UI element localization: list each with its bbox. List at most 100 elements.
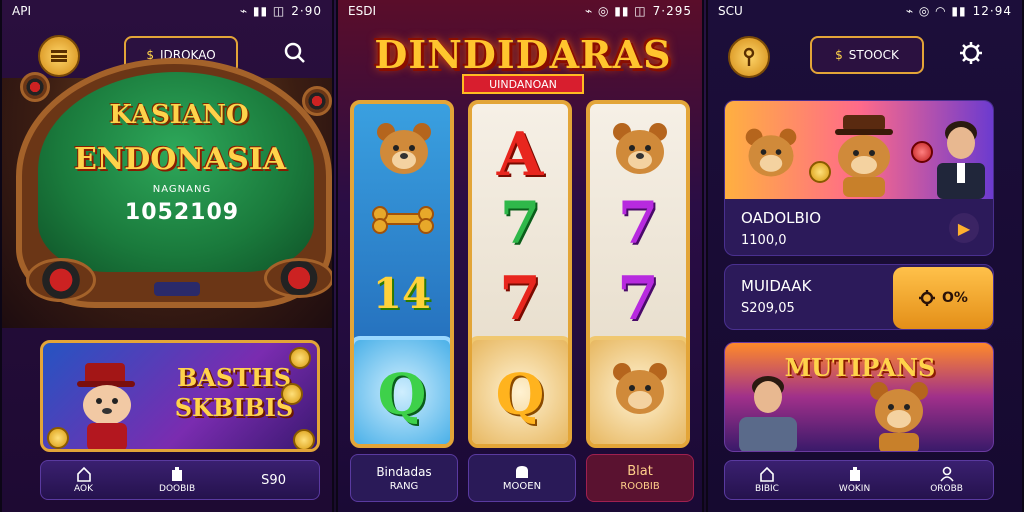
status-left: SCU [718, 4, 743, 18]
status-right: 2·90 [291, 4, 322, 18]
percent-button[interactable]: O% [893, 267, 993, 329]
coin-icon [281, 383, 303, 405]
dog-mascot-icon [77, 363, 135, 449]
reel-symbol: 7 [499, 264, 541, 334]
stock-pill[interactable]: $ STOOCK [810, 36, 924, 74]
card-title: MUIDAAK [741, 277, 812, 295]
chip-icon [911, 141, 933, 163]
home-icon [76, 466, 91, 482]
bottom-nav: AOK DOOBIB S90 [40, 460, 320, 500]
nav-label: OROBB [930, 484, 963, 494]
signal-icon: ⌁ ◎ ◠ ▮▮ [905, 4, 967, 18]
game-title: DINDIDARAS [374, 32, 672, 77]
nav-label: DOOBIB [159, 484, 196, 494]
card-image [725, 101, 993, 199]
bottom-nav: BIBIC WOKIN OROBB [724, 460, 994, 500]
toast-icon [516, 465, 528, 478]
tab-line2: ROOBIB [620, 481, 660, 492]
bear-icon [613, 363, 667, 414]
phone-casino-lobby: API ⌁ ▮▮ ◫ 2·90 $ IDROKAO KASIANO ENDONAS… [0, 0, 334, 512]
bear-icon [870, 382, 928, 451]
nav-item-tag[interactable]: WOKIN [839, 466, 870, 494]
dollar-icon: $ [835, 48, 843, 62]
reel-cell-highlight[interactable]: Q [354, 336, 450, 444]
bear-icon [745, 128, 797, 177]
status-bar: ESDI ⌁ ◎ ▮▮ ◫ 7·295 [338, 0, 702, 22]
promo-banner[interactable]: BASTHS SKBIBIS [40, 340, 320, 452]
reel-1: 14 Q [350, 100, 454, 448]
search-icon[interactable] [280, 38, 310, 68]
home-icon [760, 466, 774, 482]
roulette-wheel [264, 258, 332, 298]
reel-symbol: 7 [617, 264, 659, 334]
chip-decoration [20, 72, 50, 102]
hero-title-line1: KASIANO [109, 100, 249, 130]
arrow-right-icon[interactable]: ▶ [949, 213, 979, 243]
stock-pill-label: STOOCK [848, 48, 899, 62]
reel-symbol: 7 [617, 189, 659, 257]
nav-item-home[interactable]: AOK [74, 466, 93, 494]
tab-line1: Blat [627, 464, 653, 479]
coin-icon [809, 161, 831, 183]
status-bar: API ⌁ ▮▮ ◫ 2·90 [2, 0, 332, 22]
tab-line2: RANG [389, 480, 419, 492]
tab-line1: Bindadas [376, 464, 432, 479]
gear-icon[interactable] [956, 38, 986, 68]
reel-3: 7 7 [586, 100, 690, 448]
roulette-wheel [26, 258, 96, 302]
gear-icon [919, 290, 936, 306]
status-icons: ⌁ ◎ ◠ ▮▮ 12·94 [906, 4, 1012, 18]
status-left: ESDI [348, 4, 376, 18]
status-bar: SCU ⌁ ◎ ◠ ▮▮ 12·94 [708, 0, 1022, 22]
nav-label: WOKIN [838, 484, 871, 494]
user-icon [939, 466, 954, 482]
reel-symbol: Q [495, 362, 545, 428]
nav-item-balance[interactable]: S90 [261, 473, 286, 488]
hamburger-icon[interactable] [38, 35, 80, 77]
card-title: OADOLBIO [741, 209, 822, 227]
game-card-2[interactable]: MUIDAAK S209,05 O% [724, 264, 994, 330]
reel-cell-highlight[interactable] [590, 336, 686, 444]
hero-subtitle: NAGNANG [152, 184, 212, 195]
nav-item-profile[interactable]: OROBB [930, 466, 963, 494]
tag-icon [849, 467, 860, 481]
reel-symbol: Q [377, 362, 427, 428]
game-subtitle: UINDANOAN [462, 74, 584, 94]
card-deck [154, 282, 200, 296]
bear-icon [377, 123, 431, 174]
nav-label: BIBIC [754, 484, 779, 494]
phone-slot-game: ESDI ⌁ ◎ ▮▮ ◫ 7·295 DINDIDARAS UINDANOAN … [336, 0, 704, 512]
tab-blat[interactable]: Blat ROOBIB [586, 454, 694, 502]
reel-symbol: A [496, 120, 544, 190]
person-icon [739, 376, 797, 451]
card-value: 1100,0 [741, 233, 787, 248]
screenshot-stage: API ⌁ ▮▮ ◫ 2·90 $ IDROKAO KASIANO ENDONAS… [0, 0, 1024, 512]
reel-cell-highlight[interactable]: Q [472, 336, 568, 444]
bear-with-hat-icon [835, 115, 893, 197]
signal-icon: ⌁ ▮▮ ◫ [239, 4, 286, 18]
coin-icon [47, 427, 69, 449]
key-icon[interactable] [728, 36, 770, 78]
coin-icon [289, 347, 311, 369]
bone-icon [372, 206, 434, 234]
nav-label: S90 [261, 472, 286, 488]
tab-mooen[interactable]: MOOEN [468, 454, 576, 502]
bear-icon [613, 123, 667, 174]
promo-banner[interactable]: MUTIPANS [724, 342, 994, 452]
phone-game-list: SCU ⌁ ◎ ◠ ▮▮ 12·94 $ STOOCK OADOLBIO 110… [706, 0, 1024, 512]
tag-icon [172, 467, 183, 481]
hero-jackpot-number: 1052109 [124, 200, 240, 225]
status-right: 12·94 [972, 4, 1012, 18]
status-icons: ⌁ ▮▮ ◫ 2·90 [240, 4, 322, 18]
tab-line2: MOOEN [502, 480, 542, 492]
nav-item-home[interactable]: BIBIC [755, 466, 779, 494]
reel-symbol: 7 [499, 189, 541, 257]
hero-title-line2: ENDONASIA [74, 142, 287, 177]
nav-item-tag[interactable]: DOOBIB [159, 466, 195, 494]
reel-symbol: 14 [372, 268, 432, 318]
game-card-1[interactable]: OADOLBIO 1100,0 ▶ [724, 100, 994, 256]
status-left: API [12, 4, 31, 18]
tab-bindadas[interactable]: Bindadas RANG [350, 454, 458, 502]
signal-icon: ⌁ ◎ ▮▮ ◫ [584, 4, 647, 18]
coin-icon [293, 429, 315, 449]
